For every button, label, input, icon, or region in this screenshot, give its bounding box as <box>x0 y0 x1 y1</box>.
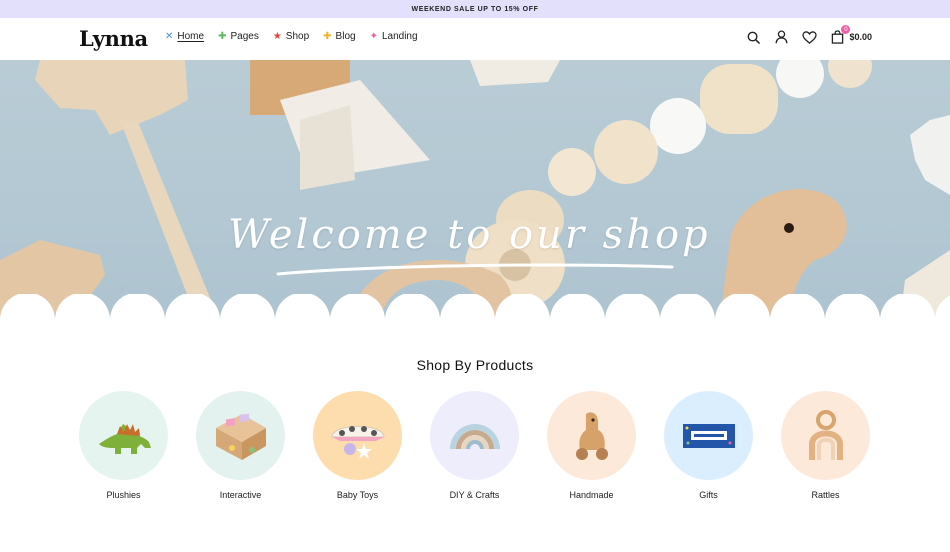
scallop-divider <box>0 294 950 324</box>
category-plushies[interactable]: Plushies <box>79 391 168 500</box>
category-gifts[interactable]: Gifts <box>664 391 753 500</box>
category-circle <box>781 391 870 480</box>
category-circle <box>313 391 402 480</box>
category-diy-crafts[interactable]: DIY & Crafts <box>430 391 519 500</box>
hero-toys-illustration <box>0 60 950 320</box>
search-icon <box>747 31 760 44</box>
category-circle <box>79 391 168 480</box>
sparkle-icon: ✦ <box>369 30 378 42</box>
cross-icon: ✕ <box>165 30 174 42</box>
category-list: Plushies Interactive Baby Toys DIY & Cra… <box>79 391 870 500</box>
cart-button[interactable]: 0 $0.00 <box>829 25 872 45</box>
hero-banner: Welcome to our shop <box>0 60 950 320</box>
rainbow-icon <box>449 423 500 449</box>
category-interactive[interactable]: Interactive <box>196 391 285 500</box>
category-label: Handmade <box>569 490 614 500</box>
rattle-icon <box>330 425 385 459</box>
nav-item-blog[interactable]: ✚ Blog <box>323 31 355 42</box>
gift-voucher-icon <box>682 423 735 448</box>
category-baby-toys[interactable]: Baby Toys <box>313 391 402 500</box>
announcement-text: WEEKEND SALE UP TO 15% OFF <box>411 5 539 13</box>
category-label: Interactive <box>219 490 262 500</box>
nav-item-home[interactable]: ✕ Home <box>165 31 204 42</box>
dinosaur-icon <box>98 423 151 454</box>
category-label: Plushies <box>106 490 141 500</box>
category-label: Gifts <box>699 490 718 500</box>
nav-item-landing[interactable]: ✦ Landing <box>370 31 418 42</box>
category-circle <box>664 391 753 480</box>
cart-total: $0.00 <box>849 32 872 42</box>
category-handmade[interactable]: Handmade <box>547 391 636 500</box>
category-label: Rattles <box>811 490 840 500</box>
category-rattles[interactable]: Rattles <box>781 391 870 500</box>
heart-icon <box>802 30 817 44</box>
nav-item-label: Landing <box>381 31 418 42</box>
category-circle <box>547 391 636 480</box>
category-label: Baby Toys <box>336 490 379 500</box>
account-button[interactable] <box>773 29 789 45</box>
star-icon: ★ <box>272 30 282 42</box>
teether-icon <box>808 409 843 460</box>
puzzle-box-icon <box>215 412 266 460</box>
wooden-toy-icon <box>575 411 608 460</box>
plus-icon: ✚ <box>323 30 332 42</box>
cart-icon-wrap: 0 <box>829 25 851 45</box>
nav-item-label: Home <box>177 31 205 42</box>
plus-icon: ✚ <box>218 30 227 42</box>
nav-item-label: Pages <box>230 31 259 42</box>
site-logo[interactable]: Lynna <box>79 26 148 51</box>
nav-item-pages[interactable]: ✚ Pages <box>218 31 259 42</box>
main-nav: ✕ Home ✚ Pages ★ Shop ✚ Blog ✦ Landing <box>165 31 418 42</box>
category-label: DIY & Crafts <box>449 490 500 500</box>
nav-item-label: Blog <box>335 31 356 42</box>
user-icon <box>775 30 788 44</box>
hero-title: Welcome to our shop <box>228 212 711 258</box>
wishlist-button[interactable] <box>801 29 817 45</box>
category-circle <box>196 391 285 480</box>
site-header: Lynna ✕ Home ✚ Pages ★ Shop ✚ Blog ✦ Lan… <box>0 18 950 60</box>
header-actions: 0 $0.00 <box>745 25 872 45</box>
search-button[interactable] <box>745 29 761 45</box>
announcement-bar: WEEKEND SALE UP TO 15% OFF <box>0 0 950 18</box>
nav-item-shop[interactable]: ★ Shop <box>273 31 309 42</box>
section-title: Shop By Products <box>416 357 534 373</box>
nav-item-label: Shop <box>285 31 310 42</box>
category-circle <box>430 391 519 480</box>
